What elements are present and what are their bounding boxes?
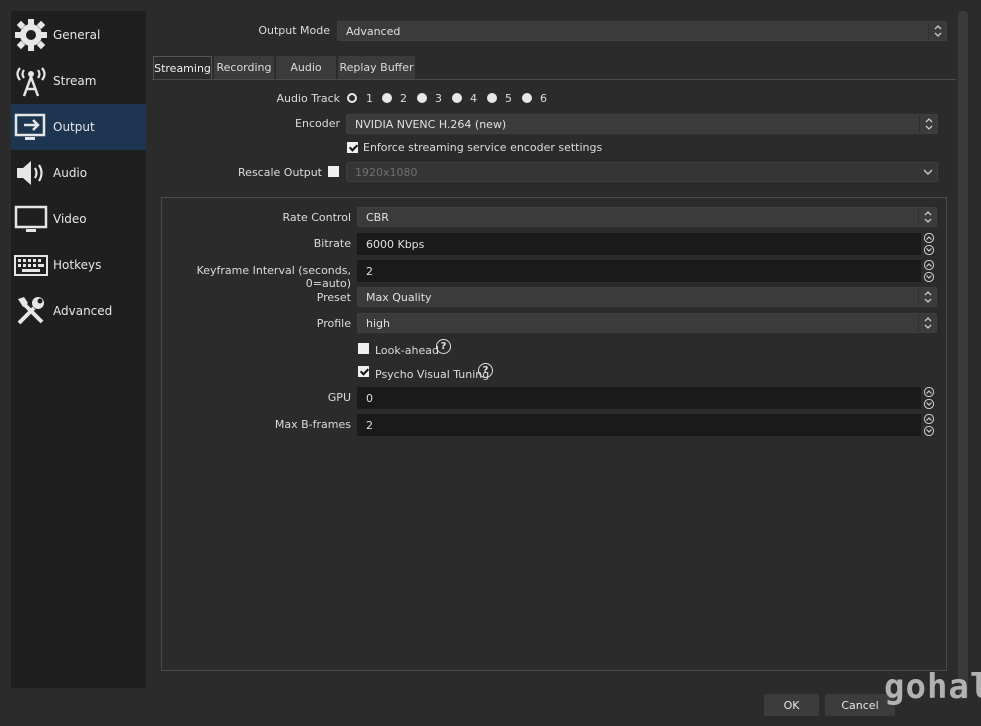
gpu-value: 0 — [366, 391, 373, 405]
spin-arrows-icon[interactable] — [921, 233, 937, 255]
psycho-visual-label: Psycho Visual Tuning — [375, 368, 490, 381]
sidebar-item-label: Advanced — [53, 304, 113, 318]
updown-chevron-icon — [918, 314, 936, 332]
updown-chevron-icon — [928, 22, 946, 40]
bitrate-spinbox[interactable]: 6000 Kbps — [357, 233, 937, 255]
output-mode-select[interactable]: Advanced — [337, 21, 947, 41]
audio-track-option-label: 5 — [505, 92, 512, 105]
audio-track-label: Audio Track — [276, 92, 340, 105]
sidebar-item-hotkeys[interactable]: Hotkeys — [11, 242, 146, 288]
keyboard-icon — [14, 248, 48, 282]
audio-track-option-label: 3 — [435, 92, 442, 105]
profile-label: Profile — [316, 317, 351, 330]
sidebar-item-label: Output — [53, 120, 95, 134]
preset-select[interactable]: Max Quality — [357, 287, 937, 307]
sidebar-item-video[interactable]: Video — [11, 196, 146, 242]
rescale-output-label: Rescale Output — [238, 166, 322, 179]
gpu-label: GPU — [327, 391, 351, 404]
max-bframes-spinbox[interactable]: 2 — [357, 414, 937, 436]
keyframe-interval-spinbox[interactable]: 2 — [357, 260, 937, 282]
encoder-label: Encoder — [295, 117, 340, 130]
lookahead-label: Look-ahead — [375, 344, 439, 357]
enforce-settings-label: Enforce streaming service encoder settin… — [363, 141, 603, 154]
help-icon[interactable]: ? — [436, 339, 451, 354]
audio-track-radio-2[interactable] — [382, 93, 392, 103]
monitor-output-icon — [14, 110, 48, 144]
audio-track-radio-3[interactable] — [417, 93, 427, 103]
rate-control-value: CBR — [366, 210, 389, 224]
updown-chevron-icon — [918, 288, 936, 306]
audio-track-option-label: 6 — [540, 92, 547, 105]
rescale-resolution-value: 1920x1080 — [355, 165, 418, 179]
tab-divider — [152, 79, 956, 80]
keyframe-interval-value: 2 — [366, 264, 373, 278]
sidebar-item-label: Audio — [53, 166, 88, 180]
sidebar-item-label: Stream — [53, 74, 97, 88]
profile-select[interactable]: high — [357, 313, 937, 333]
lookahead-checkbox[interactable] — [358, 343, 369, 354]
tab-streaming[interactable]: Streaming — [153, 56, 212, 79]
preset-label: Preset — [316, 291, 351, 304]
rate-control-select[interactable]: CBR — [357, 207, 937, 227]
speaker-icon — [14, 156, 48, 190]
sidebar-item-label: General — [53, 28, 101, 42]
max-bframes-value: 2 — [366, 418, 373, 432]
max-bframes-label: Max B-frames — [274, 418, 351, 431]
gear-icon — [14, 18, 48, 52]
audio-track-radio-6[interactable] — [522, 93, 532, 103]
rate-control-label: Rate Control — [282, 211, 351, 224]
audio-track-radio-1[interactable] — [347, 93, 357, 103]
audio-track-option-label: 1 — [366, 92, 373, 105]
tab-recording[interactable]: Recording — [214, 56, 274, 79]
rescale-output-checkbox[interactable] — [328, 166, 339, 177]
gpu-spinbox[interactable]: 0 — [357, 387, 937, 409]
output-mode-value: Advanced — [346, 24, 401, 38]
output-mode-label: Output Mode — [258, 24, 330, 37]
bitrate-label: Bitrate — [313, 237, 351, 250]
spin-arrows-icon[interactable] — [921, 260, 937, 282]
vertical-scrollbar[interactable] — [958, 11, 968, 699]
tab-audio[interactable]: Audio — [276, 56, 336, 79]
preset-value: Max Quality — [366, 290, 432, 304]
spin-arrows-icon[interactable] — [921, 414, 937, 436]
monitor-icon — [14, 202, 48, 236]
updown-chevron-icon — [919, 115, 937, 133]
audio-track-radio-4[interactable] — [452, 93, 462, 103]
watermark-logo: gohalu — [884, 667, 981, 707]
sidebar-item-output[interactable]: Output — [11, 104, 146, 150]
sidebar-item-general[interactable]: General — [11, 12, 146, 58]
rescale-resolution-select[interactable]: 1920x1080 — [346, 162, 938, 182]
profile-value: high — [366, 316, 390, 330]
broadcast-antenna-icon — [14, 64, 48, 98]
sidebar-item-label: Hotkeys — [53, 258, 102, 272]
ok-button[interactable]: OK — [764, 694, 819, 716]
chevron-down-icon — [919, 163, 937, 181]
audio-track-radio-5[interactable] — [487, 93, 497, 103]
audio-track-option-label: 4 — [470, 92, 477, 105]
tools-icon — [14, 294, 48, 328]
help-icon[interactable]: ? — [478, 363, 493, 378]
enforce-settings-checkbox[interactable] — [347, 142, 358, 153]
psycho-visual-checkbox[interactable] — [358, 366, 369, 377]
bitrate-value: 6000 Kbps — [366, 237, 425, 251]
encoder-value: NVIDIA NVENC H.264 (new) — [355, 117, 507, 131]
sidebar-item-stream[interactable]: Stream — [11, 58, 146, 104]
updown-chevron-icon — [918, 208, 936, 226]
spin-arrows-icon[interactable] — [921, 387, 937, 409]
sidebar-item-advanced[interactable]: Advanced — [11, 288, 146, 334]
sidebar-item-label: Video — [53, 212, 87, 226]
tab-replay-buffer[interactable]: Replay Buffer — [338, 56, 415, 79]
encoder-select[interactable]: NVIDIA NVENC H.264 (new) — [346, 114, 938, 134]
keyframe-interval-label: Keyframe Interval (seconds, 0=auto) — [196, 264, 351, 290]
settings-sidebar: General Stream Output Audio Video Hotkey… — [11, 11, 146, 688]
audio-track-option-label: 2 — [400, 92, 407, 105]
sidebar-item-audio[interactable]: Audio — [11, 150, 146, 196]
